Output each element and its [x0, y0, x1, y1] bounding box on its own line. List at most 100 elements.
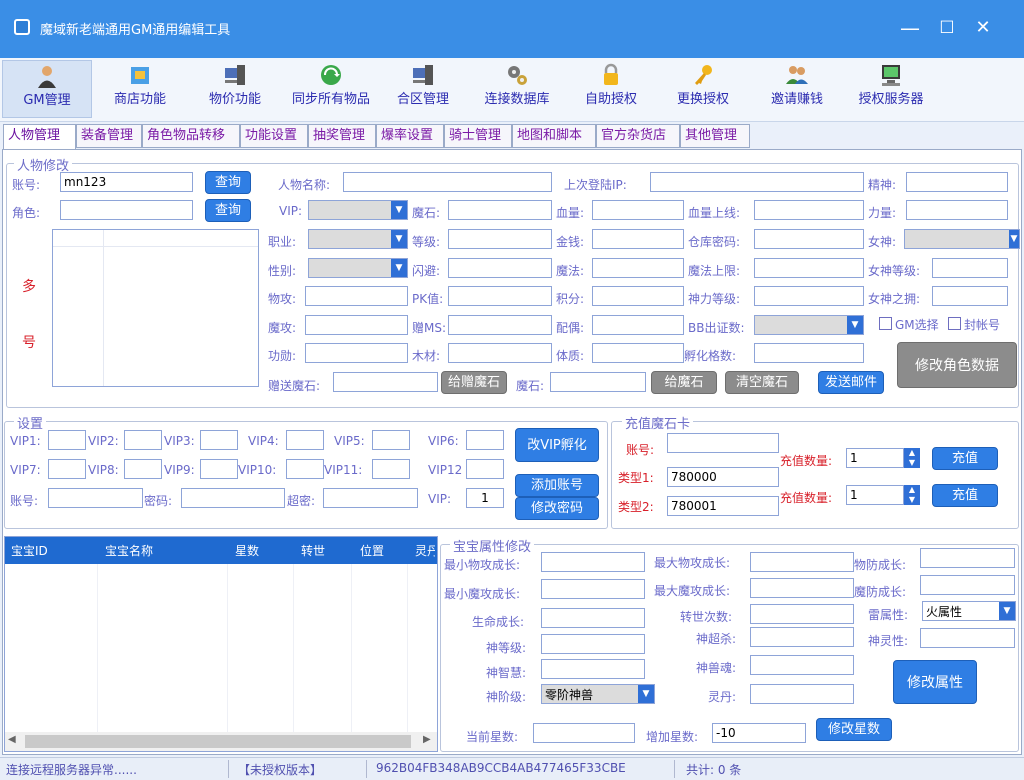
- modify-star-button[interactable]: 修改星数: [816, 718, 892, 741]
- toolbar-auth-server[interactable]: 授权服务器: [850, 60, 932, 118]
- score-input[interactable]: [592, 286, 684, 306]
- hpmax-input[interactable]: [754, 200, 864, 220]
- lastip-input[interactable]: [650, 172, 864, 192]
- horizontal-scrollbar[interactable]: ◀ ▶: [5, 732, 437, 751]
- modify-attr-button[interactable]: 修改属性: [893, 660, 977, 704]
- scroll-left-icon[interactable]: ◀: [8, 734, 16, 745]
- col-pill[interactable]: 灵丹: [415, 542, 435, 559]
- scrollbar-thumb[interactable]: [25, 735, 411, 748]
- reborn-input[interactable]: [750, 604, 854, 624]
- goddess-level-input[interactable]: [932, 258, 1008, 278]
- god-wisdom-input[interactable]: [541, 659, 645, 679]
- ban-checkbox[interactable]: [948, 317, 961, 330]
- role-input[interactable]: [60, 200, 193, 220]
- vip6-input[interactable]: [466, 430, 504, 450]
- god-kill-input[interactable]: [750, 627, 854, 647]
- bb-select[interactable]: ▼: [754, 315, 864, 335]
- vip10-input[interactable]: [286, 459, 324, 479]
- toolbar-merge[interactable]: 合区管理: [388, 60, 458, 118]
- minimize-button[interactable]: —: [895, 14, 925, 42]
- toolbar-price[interactable]: 物价功能: [196, 60, 274, 118]
- add-star-input[interactable]: -10: [712, 723, 806, 743]
- tab-knight[interactable]: 骑士管理: [444, 124, 512, 148]
- min-patk-input[interactable]: [541, 552, 645, 572]
- vip11-input[interactable]: [372, 459, 410, 479]
- settings-account-input[interactable]: [48, 488, 143, 508]
- col-reborn[interactable]: 转世: [301, 542, 325, 559]
- tab-drop-rate[interactable]: 爆率设置: [376, 124, 444, 148]
- thunder-select[interactable]: 火属性 ▼: [922, 601, 1016, 621]
- qty1-input[interactable]: 1: [846, 448, 904, 468]
- patk-input[interactable]: [305, 286, 408, 306]
- tab-other[interactable]: 其他管理: [680, 124, 750, 148]
- vip5-input[interactable]: [372, 430, 410, 450]
- change-vip-button[interactable]: 改VIP孵化: [515, 428, 599, 462]
- toolbar-sync-items[interactable]: 同步所有物品: [282, 60, 380, 118]
- pk-input[interactable]: [448, 286, 552, 306]
- modify-character-button[interactable]: 修改角色数据: [897, 342, 1017, 388]
- min-matk-input[interactable]: [541, 579, 645, 599]
- give-gift-stone-button[interactable]: 给赠魔石: [441, 371, 507, 394]
- sex-select[interactable]: ▼: [308, 258, 408, 278]
- tab-map-script[interactable]: 地图和脚本: [512, 124, 596, 148]
- toolbar-connect-db[interactable]: 连接数据库: [476, 60, 558, 118]
- send-mail-button[interactable]: 发送邮件: [818, 371, 884, 394]
- recharge2-button[interactable]: 充值: [932, 484, 998, 507]
- life-input[interactable]: [541, 608, 645, 628]
- spirit-input[interactable]: [906, 172, 1008, 192]
- vip12-input[interactable]: [466, 459, 504, 479]
- col-position[interactable]: 位置: [360, 542, 384, 559]
- vip8-input[interactable]: [124, 459, 162, 479]
- tab-character[interactable]: 人物管理: [3, 124, 76, 150]
- current-star-input[interactable]: [533, 723, 635, 743]
- scroll-right-icon[interactable]: ▶: [423, 734, 431, 745]
- add-account-button[interactable]: 添加账号: [515, 474, 599, 497]
- divine-input[interactable]: [754, 286, 864, 306]
- job-select[interactable]: ▼: [308, 229, 408, 249]
- close-button[interactable]: ✕: [968, 14, 998, 42]
- god-soul-input[interactable]: [750, 655, 854, 675]
- pill-input[interactable]: [750, 684, 854, 704]
- toolbar-self-auth[interactable]: 自助授权: [576, 60, 646, 118]
- goddess-hug-input[interactable]: [932, 286, 1008, 306]
- tab-grocery[interactable]: 官方杂货店: [596, 124, 680, 148]
- power-input[interactable]: [906, 200, 1008, 220]
- wood-input[interactable]: [448, 343, 552, 363]
- vip9-input[interactable]: [200, 459, 238, 479]
- vip4-input[interactable]: [286, 430, 324, 450]
- vip2-input[interactable]: [124, 430, 162, 450]
- recharge1-button[interactable]: 充值: [932, 447, 998, 470]
- merit-input[interactable]: [305, 343, 408, 363]
- toolbar-shop[interactable]: 商店功能: [98, 60, 182, 118]
- level-input[interactable]: [448, 229, 552, 249]
- god-rank-select[interactable]: 零阶神兽 ▼: [541, 684, 655, 704]
- dodge-input[interactable]: [448, 258, 552, 278]
- type1-input[interactable]: 780000: [667, 467, 779, 487]
- magicmax-input[interactable]: [754, 258, 864, 278]
- stone-input[interactable]: [550, 372, 646, 392]
- vip3-input[interactable]: [200, 430, 238, 450]
- settings-vip-input[interactable]: 1: [466, 488, 504, 508]
- max-patk-input[interactable]: [750, 552, 854, 572]
- tab-equipment[interactable]: 装备管理: [76, 124, 142, 148]
- ms-input[interactable]: [448, 315, 552, 335]
- maximize-button[interactable]: ☐: [932, 14, 962, 42]
- max-matk-input[interactable]: [750, 578, 854, 598]
- spouse-input[interactable]: [592, 315, 684, 335]
- gm-checkbox[interactable]: [879, 317, 892, 330]
- tab-function-settings[interactable]: 功能设置: [240, 124, 308, 148]
- pet-table[interactable]: 宝宝ID 宝宝名称 星数 转世 位置 灵丹 ◀ ▶: [4, 536, 438, 752]
- query-role-button[interactable]: 查询: [205, 199, 251, 222]
- qty2-input[interactable]: 1: [846, 485, 904, 505]
- vip7-input[interactable]: [48, 459, 86, 479]
- col-pet-name[interactable]: 宝宝名称: [105, 542, 153, 559]
- give-stone-button[interactable]: 给魔石: [651, 371, 717, 394]
- password-input[interactable]: [181, 488, 285, 508]
- hatch-input[interactable]: [754, 343, 864, 363]
- money-input[interactable]: [592, 229, 684, 249]
- change-password-button[interactable]: 修改密码: [515, 497, 599, 520]
- toolbar-invite[interactable]: 邀请赚钱: [762, 60, 832, 118]
- pdef-input[interactable]: [920, 548, 1015, 568]
- god-spirit-input[interactable]: [920, 628, 1015, 648]
- recharge-account-input[interactable]: [667, 433, 779, 453]
